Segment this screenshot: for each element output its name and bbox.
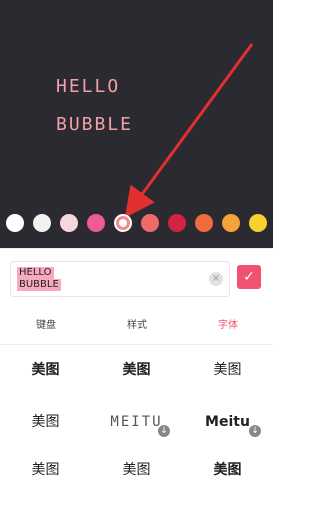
download-icon[interactable]: ↓ <box>249 425 261 437</box>
preview-canvas: HELLO BUBBLE <box>0 0 273 248</box>
tab-font[interactable]: 字体 <box>198 316 258 331</box>
tab-style[interactable]: 样式 <box>107 316 167 331</box>
font-option[interactable]: MEITU ↓ <box>91 403 182 441</box>
tab-bar: 键盘 样式 字体 <box>0 304 273 345</box>
bubble-text-value: HELLO BUBBLE <box>17 267 205 291</box>
font-option[interactable]: 美图 <box>182 451 273 489</box>
font-option-label: Meitu <box>205 414 250 430</box>
font-option[interactable]: 美图 <box>91 451 182 489</box>
color-swatch-selected[interactable] <box>114 214 132 232</box>
color-swatch[interactable] <box>60 214 78 232</box>
clear-icon[interactable]: × <box>209 272 223 286</box>
color-swatch[interactable] <box>33 214 51 232</box>
font-option[interactable]: 美图 <box>0 451 91 489</box>
text-input-row: HELLO BUBBLE × ✓ <box>0 248 273 305</box>
color-swatch[interactable] <box>168 214 186 232</box>
bubble-text-line-1: HELLO <box>17 267 54 279</box>
red-arrow-annotation <box>124 43 254 218</box>
tab-keyboard[interactable]: 键盘 <box>16 316 76 331</box>
color-swatch[interactable] <box>6 214 24 232</box>
color-swatch[interactable] <box>249 214 267 232</box>
font-option[interactable]: 美图 <box>0 403 91 441</box>
color-swatch[interactable] <box>222 214 240 232</box>
color-swatch[interactable] <box>141 214 159 232</box>
color-swatch[interactable] <box>195 214 213 232</box>
font-option[interactable]: 美图 <box>0 351 91 389</box>
font-option[interactable]: 美图 <box>91 351 182 389</box>
bubble-text-field[interactable]: HELLO BUBBLE × <box>10 261 230 297</box>
confirm-button[interactable]: ✓ <box>237 265 261 289</box>
color-swatch[interactable] <box>87 214 105 232</box>
color-swatch-row <box>0 214 273 238</box>
bubble-text-line-2: BUBBLE <box>17 279 61 291</box>
font-option[interactable]: Meitu ↓ <box>182 403 273 441</box>
font-grid: 美图 美图 美图 美图 MEITU ↓ Meitu ↓ 美图 美图 美图 <box>0 345 273 515</box>
font-option-label: MEITU <box>110 414 163 430</box>
font-option[interactable]: 美图 <box>182 351 273 389</box>
download-icon[interactable]: ↓ <box>158 425 170 437</box>
